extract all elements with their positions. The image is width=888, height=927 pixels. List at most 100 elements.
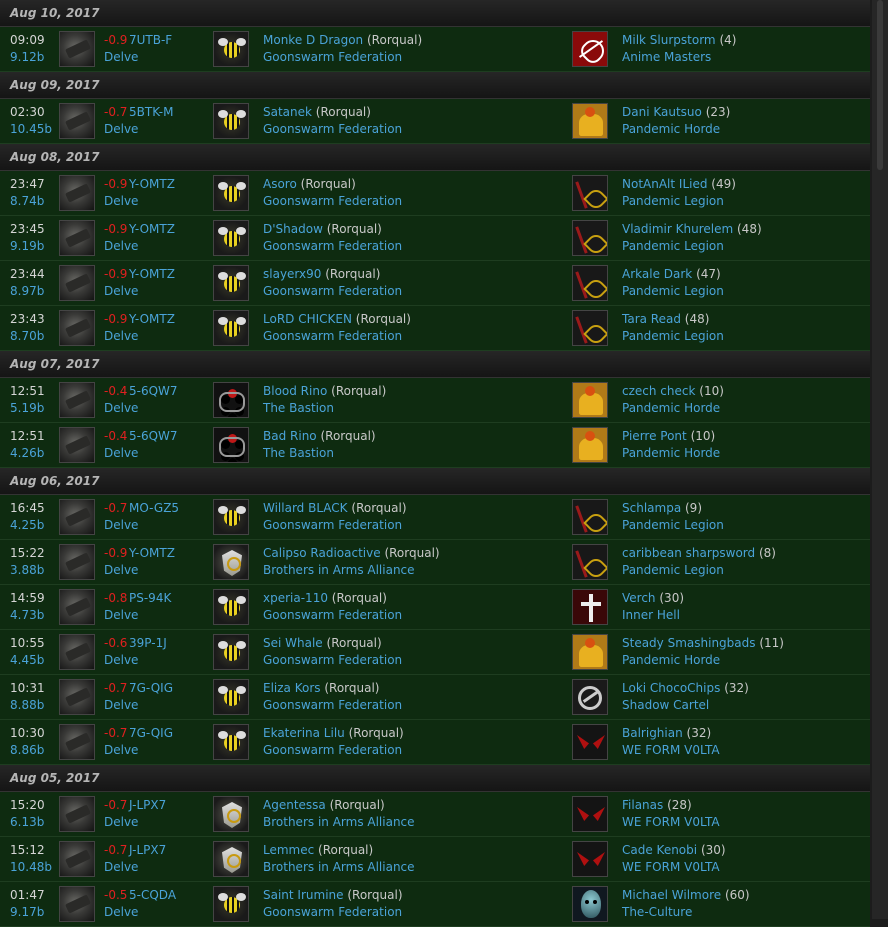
victim-name[interactable]: Ekaterina Lilu — [263, 726, 345, 740]
region-link[interactable]: Delve — [104, 905, 138, 919]
system-link[interactable]: Y-OMTZ — [129, 312, 175, 326]
killer-alliance-logo-icon[interactable] — [572, 382, 608, 418]
killer-alliance-logo-icon[interactable] — [572, 544, 608, 580]
system-link[interactable]: J-LPX7 — [129, 798, 166, 812]
killer-name[interactable]: Filanas — [622, 798, 663, 812]
killer-name[interactable]: caribbean sharpsword — [622, 546, 755, 560]
final-blow-link[interactable]: caribbean sharpsword (8) — [622, 546, 776, 560]
system-link[interactable]: 7G-QIG — [129, 681, 173, 695]
victim-alliance-logo-icon[interactable] — [213, 796, 249, 832]
victim-link[interactable]: Ekaterina Lilu (Rorqual) — [263, 726, 404, 740]
rorqual-ship-icon[interactable] — [59, 382, 95, 418]
victim-alliance-logo-icon[interactable] — [213, 310, 249, 346]
victim-alliance-logo-icon[interactable] — [213, 634, 249, 670]
killer-alliance-logo-icon[interactable] — [572, 679, 608, 715]
victim-link[interactable]: LoRD CHICKEN (Rorqual) — [263, 312, 411, 326]
final-blow-link[interactable]: czech check (10) — [622, 384, 724, 398]
victim-alliance-link[interactable]: Goonswarm Federation — [263, 743, 402, 757]
region-link[interactable]: Delve — [104, 329, 138, 343]
system-link[interactable]: 5-6QW7 — [129, 384, 178, 398]
victim-link[interactable]: slayerx90 (Rorqual) — [263, 267, 380, 281]
killer-name[interactable]: Schlampa — [622, 501, 681, 515]
victim-alliance-logo-icon[interactable] — [213, 427, 249, 463]
region-link[interactable]: Delve — [104, 860, 138, 874]
killer-alliance-logo-icon[interactable] — [572, 724, 608, 760]
final-blow-link[interactable]: Vladimir Khurelem (48) — [622, 222, 762, 236]
victim-name[interactable]: xperia-110 — [263, 591, 328, 605]
killer-name[interactable]: Michael Wilmore — [622, 888, 721, 902]
killer-alliance-logo-icon[interactable] — [572, 310, 608, 346]
victim-alliance-logo-icon[interactable] — [213, 220, 249, 256]
victim-alliance-link[interactable]: Brothers in Arms Alliance — [263, 815, 415, 829]
region-link[interactable]: Delve — [104, 446, 138, 460]
system-link[interactable]: 7G-QIG — [129, 726, 173, 740]
system-link[interactable]: MO-GZ5 — [129, 501, 179, 515]
victim-link[interactable]: Agentessa (Rorqual) — [263, 798, 385, 812]
kill-row[interactable]: 23:44 8.97b -0.9 Y-OMTZ Delve slayerx90 … — [0, 261, 870, 306]
killer-name[interactable]: Verch — [622, 591, 656, 605]
kill-row[interactable]: 01:47 9.17b -0.5 5-CQDA Delve Saint Irum… — [0, 882, 870, 927]
victim-alliance-link[interactable]: Goonswarm Federation — [263, 905, 402, 919]
victim-name[interactable]: slayerx90 — [263, 267, 321, 281]
victim-name[interactable]: Blood Rino — [263, 384, 327, 398]
region-link[interactable]: Delve — [104, 815, 138, 829]
killer-alliance-link[interactable]: Anime Masters — [622, 50, 711, 64]
system-link[interactable]: Y-OMTZ — [129, 267, 175, 281]
system-link[interactable]: 7UTB-F — [129, 33, 172, 47]
victim-name[interactable]: Agentessa — [263, 798, 326, 812]
victim-alliance-logo-icon[interactable] — [213, 544, 249, 580]
killer-alliance-link[interactable]: Pandemic Legion — [622, 518, 724, 532]
rorqual-ship-icon[interactable] — [59, 220, 95, 256]
victim-name[interactable]: Asoro — [263, 177, 297, 191]
final-blow-link[interactable]: Pierre Pont (10) — [622, 429, 715, 443]
kill-row[interactable]: 12:51 5.19b -0.4 5-6QW7 Delve Blood Rino… — [0, 378, 870, 423]
rorqual-ship-icon[interactable] — [59, 724, 95, 760]
final-blow-link[interactable]: Schlampa (9) — [622, 501, 702, 515]
kill-row[interactable]: 10:31 8.88b -0.7 7G-QIG Delve Eliza Kors… — [0, 675, 870, 720]
victim-name[interactable]: Satanek — [263, 105, 312, 119]
rorqual-ship-icon[interactable] — [59, 679, 95, 715]
victim-name[interactable]: Willard BLACK — [263, 501, 348, 515]
killer-alliance-link[interactable]: Pandemic Legion — [622, 284, 724, 298]
kill-row[interactable]: 16:45 4.25b -0.7 MO-GZ5 Delve Willard BL… — [0, 495, 870, 540]
victim-link[interactable]: Asoro (Rorqual) — [263, 177, 356, 191]
victim-link[interactable]: Monke D Dragon (Rorqual) — [263, 33, 422, 47]
kill-row[interactable]: 12:51 4.26b -0.4 5-6QW7 Delve Bad Rino (… — [0, 423, 870, 468]
kill-row[interactable]: 23:43 8.70b -0.9 Y-OMTZ Delve LoRD CHICK… — [0, 306, 870, 351]
victim-alliance-logo-icon[interactable] — [213, 841, 249, 877]
victim-link[interactable]: Bad Rino (Rorqual) — [263, 429, 376, 443]
victim-name[interactable]: LoRD CHICKEN — [263, 312, 352, 326]
system-link[interactable]: Y-OMTZ — [129, 177, 175, 191]
victim-alliance-link[interactable]: Goonswarm Federation — [263, 194, 402, 208]
kill-row[interactable]: 15:12 10.48b -0.7 J-LPX7 Delve Lemmec (R… — [0, 837, 870, 882]
killer-alliance-link[interactable]: WE FORM V0LTA — [622, 860, 720, 874]
final-blow-link[interactable]: Tara Read (48) — [622, 312, 709, 326]
killer-alliance-link[interactable]: Pandemic Legion — [622, 239, 724, 253]
kill-row[interactable]: 10:30 8.86b -0.7 7G-QIG Delve Ekaterina … — [0, 720, 870, 765]
system-link[interactable]: 5-CQDA — [129, 888, 176, 902]
killer-alliance-logo-icon[interactable] — [572, 103, 608, 139]
victim-alliance-logo-icon[interactable] — [213, 382, 249, 418]
victim-link[interactable]: Lemmec (Rorqual) — [263, 843, 373, 857]
region-link[interactable]: Delve — [104, 50, 138, 64]
killer-alliance-logo-icon[interactable] — [572, 265, 608, 301]
killer-alliance-link[interactable]: WE FORM V0LTA — [622, 743, 720, 757]
scrollbar[interactable] — [872, 0, 888, 919]
victim-alliance-link[interactable]: Goonswarm Federation — [263, 329, 402, 343]
rorqual-ship-icon[interactable] — [59, 634, 95, 670]
killer-alliance-link[interactable]: Pandemic Legion — [622, 194, 724, 208]
killer-alliance-link[interactable]: Pandemic Horde — [622, 653, 720, 667]
killer-alliance-link[interactable]: Shadow Cartel — [622, 698, 709, 712]
killer-alliance-link[interactable]: Pandemic Horde — [622, 122, 720, 136]
killer-alliance-logo-icon[interactable] — [572, 796, 608, 832]
region-link[interactable]: Delve — [104, 518, 138, 532]
killer-name[interactable]: Loki ChocoChips — [622, 681, 720, 695]
rorqual-ship-icon[interactable] — [59, 796, 95, 832]
rorqual-ship-icon[interactable] — [59, 310, 95, 346]
victim-link[interactable]: D'Shadow (Rorqual) — [263, 222, 382, 236]
victim-alliance-link[interactable]: The Bastion — [263, 446, 334, 460]
kill-row[interactable]: 15:22 3.88b -0.9 Y-OMTZ Delve Calipso Ra… — [0, 540, 870, 585]
region-link[interactable]: Delve — [104, 608, 138, 622]
rorqual-ship-icon[interactable] — [59, 499, 95, 535]
region-link[interactable]: Delve — [104, 284, 138, 298]
